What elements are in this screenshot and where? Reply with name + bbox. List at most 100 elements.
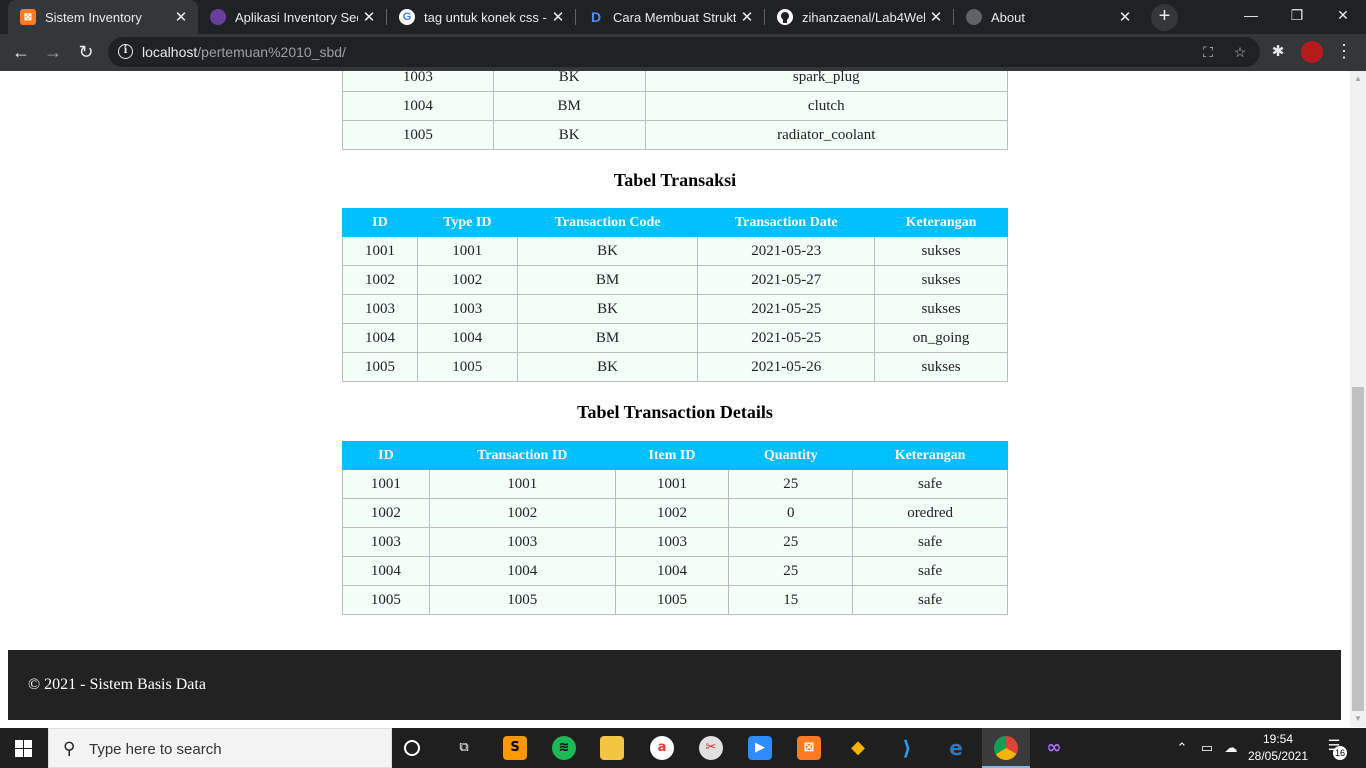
table-cell: 1005 (342, 120, 494, 150)
table-cell: 1003 (342, 71, 494, 92)
table-cell: on_going (874, 323, 1008, 353)
column-header: Transaction Date (697, 208, 876, 237)
tab-about[interactable]: About ✕ (954, 0, 1142, 34)
taskbar-clock[interactable]: 19:54 28/05/2021 (1244, 731, 1312, 765)
table-cell: 1004 (428, 556, 616, 586)
column-header: Transaction Code (516, 208, 699, 237)
table-cell: 1005 (614, 585, 730, 615)
tab-github[interactable]: zihanzaenal/Lab4Web ✕ (765, 0, 953, 34)
tab-title: Aplikasi Inventory Sede (235, 9, 358, 25)
table-cell: 1005 (428, 585, 616, 615)
table-cell: 1003 (342, 527, 430, 557)
sublime-text-icon[interactable]: S (503, 736, 527, 760)
extensions-puzzle-icon[interactable]: ✱ (1268, 42, 1288, 62)
github-icon (777, 9, 793, 25)
cortana-icon[interactable] (404, 740, 420, 756)
onedrive-cloud-icon[interactable]: ☁ (1222, 738, 1240, 758)
edge-icon[interactable]: e (944, 736, 968, 760)
table-cell: radiator_coolant (644, 120, 1008, 150)
table-cell: 15 (728, 585, 854, 615)
url-host: localhost (142, 44, 198, 60)
close-icon[interactable]: ✕ (1114, 8, 1136, 26)
xampp-icon: ⊠ (20, 9, 36, 25)
bookmark-star-icon[interactable]: ☆ (1230, 42, 1250, 62)
table-cell: 1005 (342, 585, 430, 615)
column-header: Transaction ID (428, 441, 616, 470)
scrollbar-thumb[interactable] (1352, 387, 1364, 711)
tab-sistem-inventory[interactable]: ⊠ Sistem Inventory ✕ (8, 0, 198, 34)
table-cell: 1002 (342, 265, 418, 295)
network-icon[interactable]: ▭ (1198, 738, 1216, 758)
address-bar[interactable]: i localhost/pertemuan%2010_sbd/ ⛶ ☆ (108, 37, 1260, 67)
items-table: 1003 BK spark_plug 1004 BM clutch 1005 BK radiat… (342, 71, 1008, 150)
tray-chevron-icon[interactable]: ⌃ (1174, 738, 1190, 758)
chrome-taskbar-button[interactable] (982, 728, 1030, 768)
notification-count-badge: 16 (1333, 746, 1347, 760)
table-row: 1001 1001 1001 25 safe (342, 469, 1008, 499)
column-header: Keterangan (852, 441, 1008, 470)
close-icon[interactable]: ✕ (925, 8, 947, 26)
table-cell: 1004 (416, 323, 518, 353)
table-cell: 2021-05-27 (697, 265, 876, 295)
table-cell: sukses (874, 352, 1008, 382)
spotify-icon[interactable]: ≋ (552, 736, 576, 760)
zoom-icon[interactable]: ▶ (748, 736, 772, 760)
transaksi-title: Tabel Transaksi (613, 170, 737, 190)
tab-google-search[interactable]: G tag untuk konek css - P ✕ (387, 0, 575, 34)
table-cell: 1003 (416, 294, 518, 324)
google-icon: G (399, 9, 415, 25)
xampp-taskbar-icon[interactable]: ⊠ (797, 736, 821, 760)
page-scrollbar[interactable]: ▲ ▼ (1350, 71, 1366, 727)
scroll-down-icon[interactable]: ▼ (1350, 711, 1366, 727)
tab-aplikasi-inventory[interactable]: Aplikasi Inventory Sede ✕ (198, 0, 386, 34)
windows-start-icon[interactable] (15, 740, 32, 757)
close-icon[interactable]: ✕ (170, 8, 192, 26)
git-icon[interactable]: ◆ (846, 736, 870, 760)
table-cell: 1001 (428, 469, 616, 499)
close-window-button[interactable]: ✕ (1320, 0, 1366, 30)
page-viewport: 1003 BK spark_plug 1004 BM clutch 1005 BK radiat… (0, 71, 1350, 727)
close-icon[interactable]: ✕ (547, 8, 569, 26)
snipping-tool-icon[interactable]: ✂ (699, 736, 723, 760)
table-cell: BM (516, 323, 699, 353)
table-row: 1004 BM clutch (342, 91, 1008, 121)
table-cell: 1002 (428, 498, 616, 528)
close-icon[interactable]: ✕ (736, 8, 758, 26)
forward-arrow-icon[interactable]: → (39, 38, 67, 66)
table-cell: safe (852, 527, 1008, 557)
column-header: Keterangan (874, 208, 1008, 237)
table-cell: safe (852, 469, 1008, 499)
restore-button[interactable]: ❐ (1274, 0, 1320, 30)
table-cell: safe (852, 556, 1008, 586)
tab-cara-membuat[interactable]: D Cara Membuat Struktur ✕ (576, 0, 764, 34)
vscode-icon[interactable]: ⟩ (895, 736, 919, 760)
site-info-icon[interactable]: i (118, 44, 133, 59)
table-cell: 1001 (342, 469, 430, 499)
tab-title: About (991, 9, 1025, 25)
clock-time: 19:54 (1262, 732, 1294, 746)
back-arrow-icon[interactable]: ← (7, 38, 35, 66)
table-row: 1005 1005 BK 2021-05-26 sukses (342, 352, 1008, 382)
table-cell: 1005 (416, 352, 518, 382)
visual-studio-icon[interactable]: ∞ (1042, 736, 1066, 760)
task-view-icon[interactable]: ⧉ (452, 736, 476, 760)
app-a-icon[interactable]: a (650, 736, 674, 760)
new-tab-button[interactable]: + (1151, 4, 1178, 31)
minimize-button[interactable]: — (1228, 0, 1274, 30)
table-cell: 2021-05-23 (697, 236, 876, 266)
tab-title: zihanzaenal/Lab4Web (802, 9, 925, 25)
url-path: /pertemuan%2010_sbd/ (197, 44, 346, 60)
file-explorer-icon[interactable] (600, 736, 624, 760)
notification-center-icon[interactable]: ☰ 16 (1323, 737, 1347, 760)
table-cell: 1002 (342, 498, 430, 528)
translate-icon[interactable]: ⛶ (1198, 42, 1218, 62)
scroll-up-icon[interactable]: ▲ (1350, 71, 1366, 87)
details-table: ID Transaction ID Item ID Quantity Keteranga… (342, 441, 1008, 615)
close-icon[interactable]: ✕ (358, 8, 380, 26)
table-cell: BM (492, 91, 646, 121)
reload-icon[interactable]: ↻ (72, 38, 100, 66)
table-cell: BK (492, 71, 646, 92)
browser-menu-icon[interactable]: ⋮ (1334, 39, 1354, 65)
taskbar-search-box[interactable]: ⚲ Type here to search (48, 728, 392, 768)
profile-avatar[interactable] (1301, 41, 1323, 63)
